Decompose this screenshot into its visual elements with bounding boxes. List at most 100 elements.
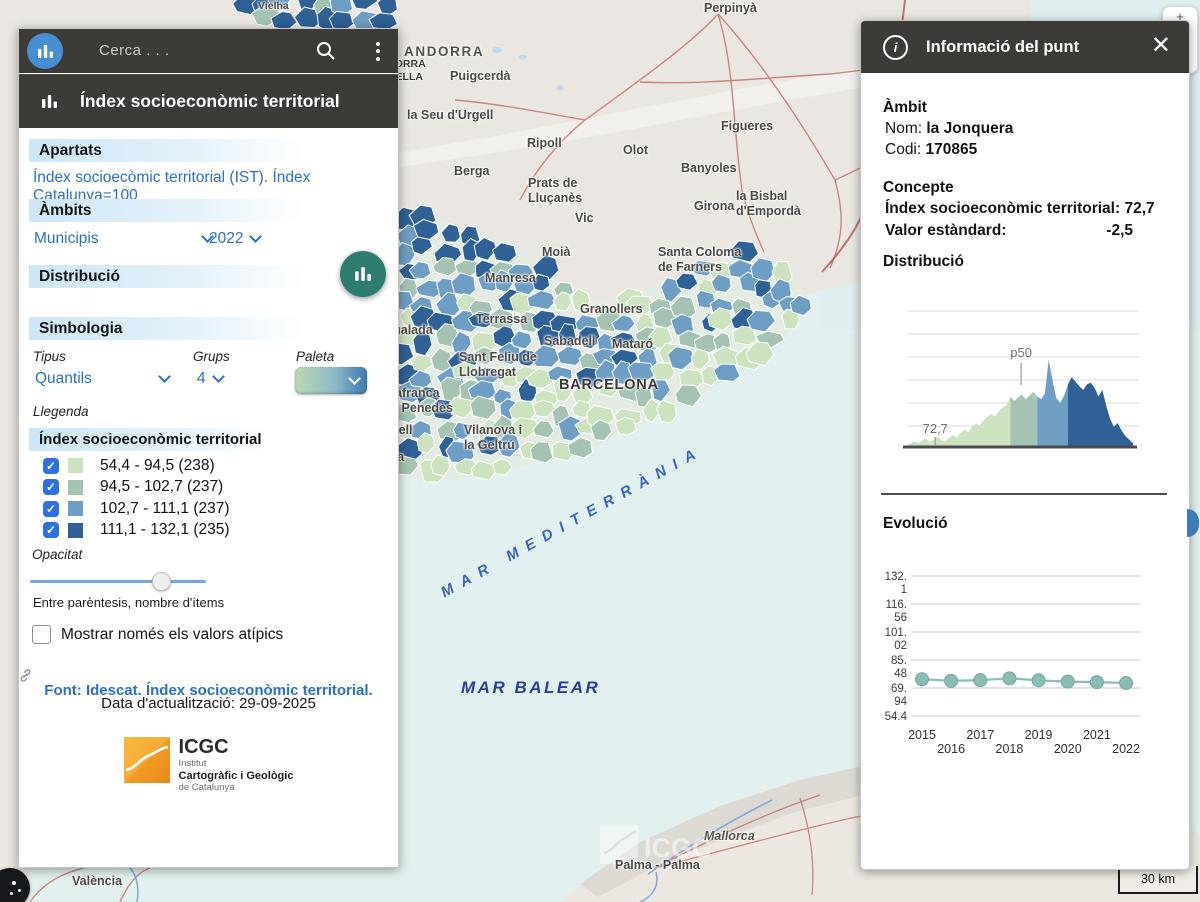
paleta-select[interactable] [295, 367, 367, 394]
legend-color-swatch [68, 523, 83, 538]
update-date: Data d'actualització: 29-09-2025 [19, 695, 398, 712]
map-label-la-seu-d-urgell: la Seu d'Urgell [407, 108, 493, 123]
legend-row: ✓ 94,5 - 102,7 (237) [43, 477, 388, 499]
svg-text:2019: 2019 [1025, 728, 1053, 742]
std-row: Valor estàndard:-2,5 [885, 222, 1133, 240]
legend-checkbox[interactable]: ✓ [43, 458, 59, 474]
legend-range-label: 94,5 - 102,7 (237) [100, 478, 223, 496]
map-label-puigcerdà: Puigcerdà [450, 69, 510, 84]
legend-note: Entre parèntesis, nombre d'ítems [33, 595, 224, 610]
close-icon[interactable]: ✕ [1151, 33, 1171, 59]
map-label-vic: Vic [575, 211, 594, 226]
map-label-moià: Moià [542, 245, 570, 260]
svg-text:2020: 2020 [1054, 742, 1082, 756]
map-label-mar-balear: MAR BALEAR [461, 678, 600, 699]
section-simbologia: Simbologia [29, 317, 382, 340]
map-label-vilanova-i-la-geltrú: Vilanova i la Geltrú [464, 423, 522, 454]
layer-control-panel: Cerca . . . Índex socioeconòmic territor… [18, 28, 399, 868]
svg-text:132.: 132. [885, 571, 907, 583]
legend-checkbox[interactable]: ✓ [43, 501, 59, 517]
link-icon [19, 669, 32, 682]
concepte-section-label: Concepte [883, 179, 954, 197]
map-application: ICGC PerpinyàVielhaANDORRAANDORRA LA VEL… [0, 0, 1200, 902]
ambit-select[interactable]: Municipis [34, 230, 212, 248]
legend-color-swatch [68, 480, 83, 495]
svg-text:1: 1 [901, 584, 907, 596]
map-label-granollers: Granollers [580, 302, 643, 317]
svg-text:54.4: 54.4 [885, 711, 908, 723]
section-distribucio: Distribució [29, 265, 382, 288]
legend-checkbox[interactable]: ✓ [43, 522, 59, 538]
chevron-down-icon [348, 372, 361, 385]
outliers-checkbox[interactable] [32, 625, 51, 644]
svg-text:p50: p50 [1010, 345, 1032, 360]
bar-chart-icon [41, 93, 58, 110]
bar-chart-icon [37, 43, 54, 60]
page-title: Índex socioeconòmic territorial [80, 91, 340, 112]
tipus-select[interactable]: Quantils [35, 370, 169, 388]
search-icon[interactable] [315, 40, 336, 61]
bar-chart-icon [354, 265, 372, 283]
llegenda-label: Llegenda [33, 404, 89, 419]
map-label-sant-feliu-de-llobregat: Sant Feliu de Llobregat [459, 350, 537, 381]
distribucio-section-label: Distribució [883, 253, 964, 271]
point-info-panel: i Informació del punt ✕ Àmbit Nom: la Jo… [860, 20, 1190, 870]
slider-track[interactable] [30, 580, 206, 583]
map-label-valència: València [72, 874, 122, 889]
map-label-mataró: Mataró [612, 337, 653, 352]
map-scale-bar: 30 km [1118, 866, 1198, 894]
map-label-la-bisbal-d-empordà: la Bisbal d'Empordà [736, 189, 801, 220]
chevron-down-icon [212, 370, 225, 383]
layer-title-bar: Índex socioeconòmic territorial [19, 74, 398, 128]
legend-range-label: 102,7 - 111,1 (237) [100, 500, 230, 518]
nom-row: Nom: la Jonquera [885, 120, 1013, 138]
svg-text:2021: 2021 [1083, 728, 1111, 742]
slider-thumb[interactable] [152, 572, 171, 591]
svg-text:2015: 2015 [908, 728, 936, 742]
grups-label: Grups [193, 349, 230, 364]
icgc-logo[interactable]: ICGC Institut Cartogràfic i Geològic de … [19, 737, 398, 793]
map-label-sabadell: Sabadell [544, 334, 595, 349]
chevron-down-icon [250, 230, 263, 243]
map-label-figueres: Figueres [721, 119, 773, 134]
map-label-olot: Olot [623, 143, 648, 158]
search-input[interactable]: Cerca . . . [99, 42, 170, 59]
opacitat-label: Opacitat [32, 547, 82, 562]
legend-list: ✓54,4 - 94,5 (238)✓94,5 - 102,7 (237)✓10… [43, 455, 388, 541]
map-label-prats-de-lluçanès: Prats de Lluçanès [528, 176, 582, 207]
map-label-mallorca: Mallorca [704, 829, 755, 844]
svg-text:85.: 85. [891, 655, 907, 667]
divider [881, 493, 1167, 495]
search-bar: Cerca . . . [19, 29, 398, 73]
ist-row: Índex socioeconòmic territorial: 72,7 [885, 200, 1155, 218]
map-label-terrassa: Terrassa [476, 312, 527, 327]
icgc-logo-text: ICGC Institut Cartogràfic i Geològic de … [179, 737, 294, 793]
info-panel-title: Informació del punt [926, 38, 1079, 57]
map-label-barcelona: BARCELONA [559, 377, 659, 395]
grups-select[interactable]: 4 [197, 370, 223, 388]
section-ambits: Àmbits [29, 199, 382, 222]
svg-text:116.: 116. [885, 599, 907, 611]
map-label-palma-palma: Palma - Palma [615, 858, 700, 873]
svg-text:101.: 101. [885, 627, 907, 639]
opacity-slider[interactable] [30, 571, 206, 591]
svg-text:2022: 2022 [1112, 742, 1140, 756]
map-label-manresa: Manresa [485, 271, 536, 286]
legend-row: ✓ 102,7 - 111,1 (237) [43, 498, 388, 520]
legend-color-swatch [68, 501, 83, 516]
chart-fab-button[interactable] [340, 251, 386, 297]
kebab-menu-icon[interactable] [369, 39, 387, 63]
map-label-berga: Berga [454, 164, 489, 179]
map-label-banyoles: Banyoles [681, 161, 737, 176]
map-label-ripoll: Ripoll [527, 136, 562, 151]
map-label-girona: Girona [694, 199, 734, 214]
legend-checkbox[interactable]: ✓ [43, 479, 59, 495]
outliers-label: Mostrar només els valors atípics [61, 626, 283, 644]
year-select[interactable]: 2022 [209, 230, 260, 248]
legend-row: ✓111,1 - 132,1 (235) [43, 520, 388, 542]
app-logo-button[interactable] [27, 33, 63, 69]
paleta-label: Paleta [296, 349, 334, 364]
map-label-vielha: Vielha [258, 0, 289, 13]
chevron-down-icon [158, 370, 171, 383]
section-apartats: Apartats [29, 139, 382, 162]
